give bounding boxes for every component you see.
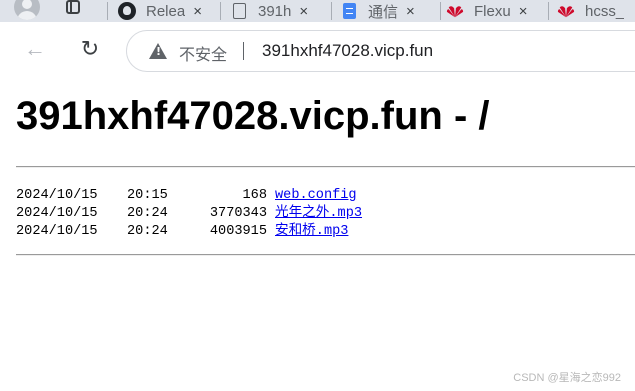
arrow-left-icon: ← bbox=[24, 36, 46, 61]
browser-window: Relea × 391h × 通信 × Flexu × hcss_ ← ↻ ! … bbox=[0, 0, 635, 391]
file-time: 20:15 bbox=[127, 188, 168, 203]
close-icon[interactable]: × bbox=[406, 3, 415, 20]
address-bar[interactable]: 不安全 391hxhf47028.vicp.fun bbox=[126, 30, 635, 72]
file-date: 2024/10/15 bbox=[16, 224, 98, 239]
warning-icon[interactable] bbox=[149, 43, 167, 59]
file-link[interactable]: 安和桥.mp3 bbox=[275, 224, 348, 239]
address-bar-divider bbox=[243, 42, 244, 60]
file-time: 20:24 bbox=[127, 206, 168, 221]
horizontal-rule bbox=[16, 166, 635, 168]
tab-title: Relea bbox=[146, 2, 186, 20]
security-status-label[interactable]: 不安全 bbox=[179, 41, 227, 65]
file-time: 20:24 bbox=[127, 224, 168, 239]
tab-docs[interactable]: 通信 × bbox=[340, 0, 438, 22]
file-row: 2024/10/15 20:24 3770343 光年之外.mp3 bbox=[16, 205, 362, 223]
browser-toolbar: ← ↻ 不安全 391hxhf47028.vicp.fun bbox=[0, 22, 635, 84]
file-row: 2024/10/15 20:15 168 web.config bbox=[16, 187, 362, 205]
huawei-icon bbox=[557, 2, 575, 20]
close-icon[interactable]: × bbox=[519, 3, 528, 20]
file-size: 4003915 bbox=[209, 224, 267, 239]
huawei-icon bbox=[446, 2, 464, 20]
page-content: 391hxhf47028.vicp.fun - / 2024/10/15 20:1… bbox=[0, 84, 635, 391]
tab-separator bbox=[220, 2, 221, 20]
tab-separator bbox=[440, 2, 441, 20]
file-row: 2024/10/15 20:24 4003915 安和桥.mp3 bbox=[16, 223, 362, 241]
tab-huawei-hcss[interactable]: hcss_ bbox=[557, 0, 635, 22]
file-link[interactable]: web.config bbox=[275, 188, 357, 203]
file-date: 2024/10/15 bbox=[16, 188, 98, 203]
tab-separator bbox=[331, 2, 332, 20]
github-icon bbox=[118, 2, 136, 20]
file-size: 3770343 bbox=[209, 206, 267, 221]
reload-button[interactable]: ↻ bbox=[77, 36, 103, 62]
tab-title: 通信 bbox=[368, 3, 399, 21]
tab-separator bbox=[107, 2, 108, 20]
tab-title: 391h bbox=[258, 2, 292, 20]
profile-avatar-icon[interactable] bbox=[14, 0, 40, 20]
back-button[interactable]: ← bbox=[22, 36, 48, 62]
tab-actions-icon[interactable] bbox=[66, 0, 80, 14]
docs-icon bbox=[340, 2, 358, 20]
tab-separator bbox=[548, 2, 549, 20]
tab-huawei-flexus[interactable]: Flexu × bbox=[446, 0, 544, 22]
file-link[interactable]: 光年之外.mp3 bbox=[275, 206, 362, 221]
page-icon bbox=[230, 2, 248, 20]
tab-title: hcss_ bbox=[585, 2, 625, 20]
tab-releases[interactable]: Relea × bbox=[118, 0, 218, 22]
horizontal-rule bbox=[16, 254, 635, 256]
watermark: CSDN @星海之恋992 bbox=[513, 372, 621, 384]
file-date: 2024/10/15 bbox=[16, 206, 98, 221]
reload-icon: ↻ bbox=[80, 36, 100, 61]
file-listing: 2024/10/15 20:15 168 web.config 2024/10/15 2… bbox=[16, 187, 362, 241]
close-icon[interactable]: × bbox=[299, 3, 308, 20]
tab-current-page[interactable]: 391h × bbox=[230, 0, 328, 22]
file-size: 168 bbox=[242, 188, 267, 203]
tab-strip: Relea × 391h × 通信 × Flexu × hcss_ bbox=[0, 0, 635, 22]
page-title: 391hxhf47028.vicp.fun - / bbox=[16, 94, 490, 138]
close-icon[interactable]: × bbox=[193, 3, 202, 20]
url-text[interactable]: 391hxhf47028.vicp.fun bbox=[262, 41, 433, 61]
tab-title: Flexu bbox=[474, 2, 511, 20]
